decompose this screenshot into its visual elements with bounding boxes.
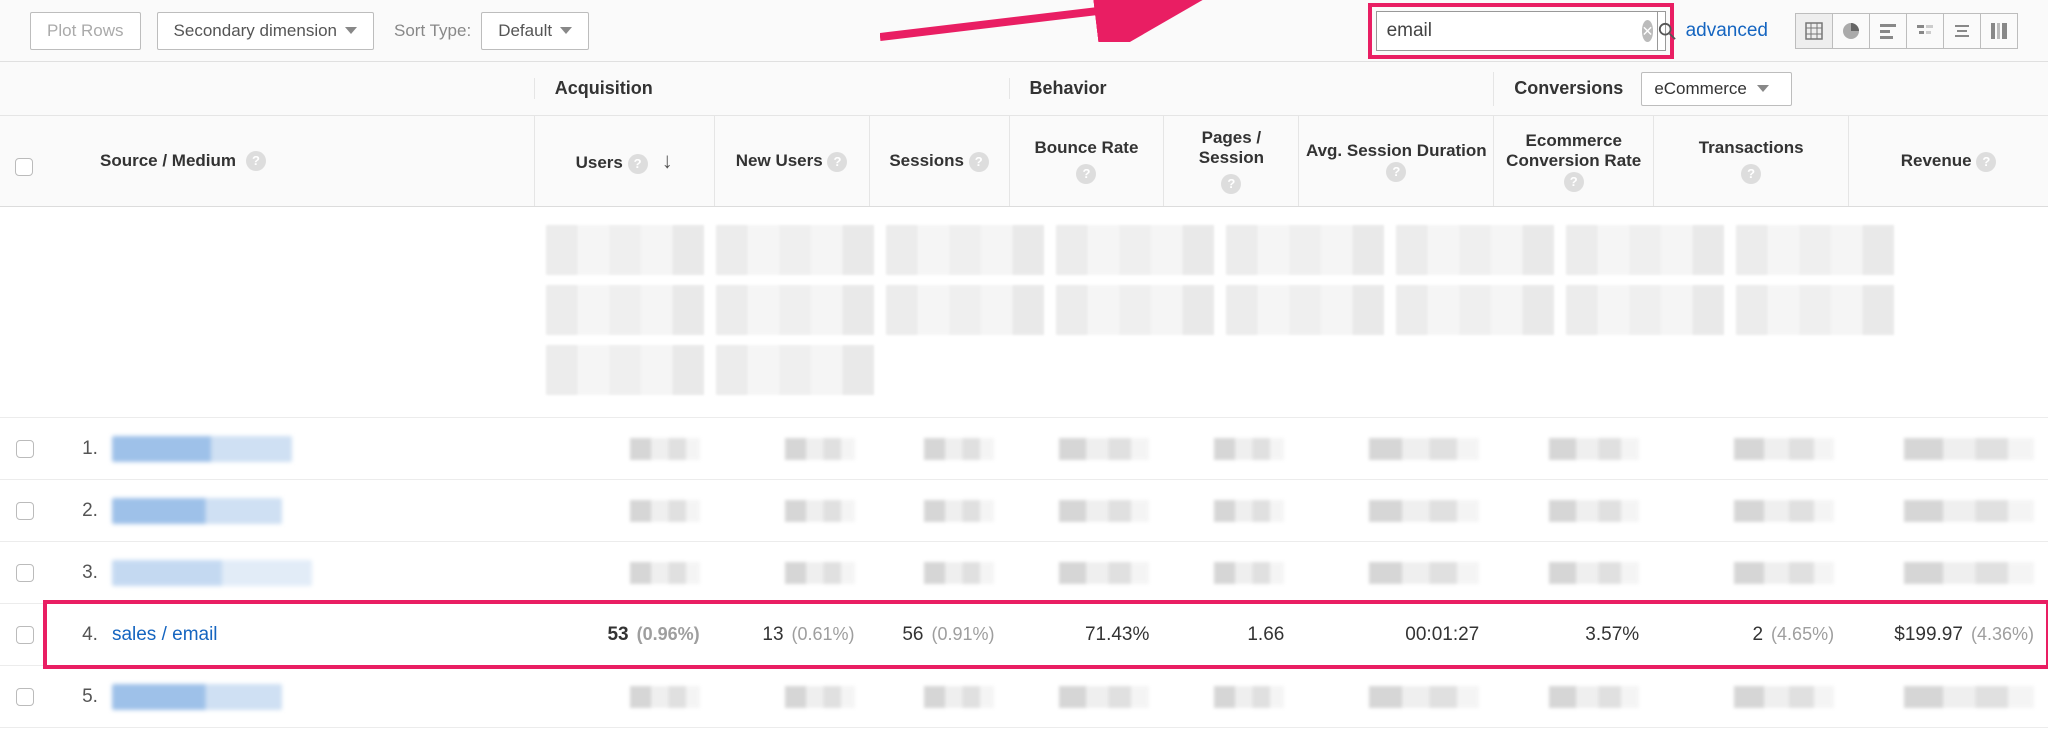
cell-bounce: 71.43% bbox=[1008, 624, 1163, 646]
row-checkbox[interactable] bbox=[16, 502, 34, 520]
view-pie-icon[interactable] bbox=[1832, 13, 1870, 49]
row-checkbox[interactable] bbox=[16, 626, 34, 644]
plot-rows-button[interactable]: Plot Rows bbox=[30, 12, 141, 50]
cell-revenue: $199.97(4.36%) bbox=[1848, 624, 2048, 646]
col-users-label: Users bbox=[576, 153, 623, 172]
help-icon[interactable]: ? bbox=[1221, 174, 1241, 194]
col-avg-duration[interactable]: Avg. Session Duration ? bbox=[1298, 116, 1493, 206]
toolbar: Plot Rows Secondary dimension Sort Type:… bbox=[0, 0, 2048, 62]
table-row: 3. bbox=[0, 542, 2048, 604]
table-row: 4. sales / email 53(0.96%) 13(0.61%) 56(… bbox=[0, 604, 2048, 666]
col-new-users-label: New Users bbox=[736, 151, 823, 170]
table-row: 1. bbox=[0, 418, 2048, 480]
secondary-dimension-label: Secondary dimension bbox=[174, 21, 337, 41]
col-trans-label: Transactions bbox=[1699, 138, 1804, 157]
view-comparison-icon[interactable] bbox=[1906, 13, 1944, 49]
group-behavior: Behavior bbox=[1009, 78, 1494, 99]
col-users[interactable]: Users ? ↓ bbox=[534, 116, 714, 206]
redacted-name bbox=[112, 560, 312, 586]
view-data-table-icon[interactable] bbox=[1795, 13, 1833, 49]
col-rev-label: Revenue bbox=[1901, 151, 1972, 170]
help-icon[interactable]: ? bbox=[246, 151, 266, 171]
help-icon[interactable]: ? bbox=[1386, 162, 1406, 182]
col-source-medium-label: Source / Medium bbox=[100, 151, 236, 171]
col-duration-label: Avg. Session Duration bbox=[1306, 141, 1487, 160]
col-bounce-rate[interactable]: Bounce Rate? bbox=[1009, 116, 1164, 206]
sort-desc-icon: ↓ bbox=[662, 148, 673, 173]
summary-row-redacted bbox=[0, 207, 2048, 418]
col-pages-session[interactable]: Pages / Session? bbox=[1163, 116, 1298, 206]
cell-transactions: 2(4.65%) bbox=[1653, 624, 1848, 646]
sort-type-label: Sort Type: bbox=[394, 21, 471, 41]
cell-duration: 00:01:27 bbox=[1298, 624, 1493, 646]
help-icon[interactable]: ? bbox=[1076, 164, 1096, 184]
redacted-name bbox=[112, 436, 292, 462]
view-pivot-icon[interactable] bbox=[1980, 13, 2018, 49]
redacted-name bbox=[112, 684, 282, 710]
row-checkbox[interactable] bbox=[16, 688, 34, 706]
annotation-arrow bbox=[880, 0, 1210, 42]
sort-type-dropdown[interactable]: Default bbox=[481, 12, 589, 50]
view-cloud-icon[interactable] bbox=[1943, 13, 1981, 49]
help-icon[interactable]: ? bbox=[1976, 152, 1996, 172]
table-row: 2. bbox=[0, 480, 2048, 542]
col-conv-label: Ecommerce Conversion Rate bbox=[1506, 131, 1641, 170]
col-sessions[interactable]: Sessions ? bbox=[869, 116, 1009, 206]
col-source-medium[interactable]: Source / Medium ? bbox=[0, 116, 534, 206]
conversions-segment-dropdown[interactable]: eCommerce bbox=[1641, 72, 1792, 106]
col-transactions[interactable]: Transactions? bbox=[1653, 116, 1848, 206]
help-icon[interactable]: ? bbox=[969, 152, 989, 172]
cell-users: 53(0.96%) bbox=[534, 624, 714, 646]
help-icon[interactable]: ? bbox=[1741, 164, 1761, 184]
row-index: 1. bbox=[50, 438, 98, 460]
group-acquisition: Acquisition bbox=[534, 78, 1009, 99]
caret-down-icon bbox=[345, 27, 357, 34]
row-index: 4. bbox=[50, 624, 98, 646]
caret-down-icon bbox=[560, 27, 572, 34]
help-icon[interactable]: ? bbox=[1564, 172, 1584, 192]
row-checkbox[interactable] bbox=[16, 440, 34, 458]
col-new-users[interactable]: New Users ? bbox=[714, 116, 869, 206]
select-all-checkbox[interactable] bbox=[15, 158, 33, 176]
col-sessions-label: Sessions bbox=[889, 151, 964, 170]
advanced-link[interactable]: advanced bbox=[1686, 20, 1768, 42]
table-header: Acquisition Behavior Conversions eCommer… bbox=[0, 62, 2048, 207]
help-icon[interactable]: ? bbox=[628, 154, 648, 174]
group-conversions: Conversions bbox=[1514, 78, 1623, 99]
cell-new-users: 13(0.61%) bbox=[714, 624, 869, 646]
secondary-dimension-dropdown[interactable]: Secondary dimension bbox=[157, 12, 374, 50]
search-highlight: ✕ bbox=[1368, 3, 1674, 59]
row-index: 2. bbox=[50, 500, 98, 522]
col-pages-label: Pages / Session bbox=[1199, 128, 1264, 167]
col-bounce-label: Bounce Rate bbox=[1035, 138, 1139, 157]
row-index: 3. bbox=[50, 562, 98, 584]
row-index: 5. bbox=[50, 686, 98, 708]
sort-type-value: Default bbox=[498, 21, 552, 41]
clear-search-icon[interactable]: ✕ bbox=[1642, 20, 1654, 42]
search-button[interactable] bbox=[1657, 12, 1676, 50]
cell-sessions: 56(0.91%) bbox=[869, 624, 1009, 646]
search-box: ✕ bbox=[1376, 11, 1666, 51]
help-icon[interactable]: ? bbox=[827, 152, 847, 172]
search-icon bbox=[1658, 22, 1676, 40]
view-mode-buttons bbox=[1796, 13, 2018, 49]
caret-down-icon bbox=[1757, 85, 1769, 92]
cell-conv-rate: 3.57% bbox=[1493, 624, 1653, 646]
redacted-name bbox=[112, 498, 282, 524]
conversions-segment-label: eCommerce bbox=[1654, 79, 1747, 99]
cell-pages: 1.66 bbox=[1163, 624, 1298, 646]
source-medium-link[interactable]: sales / email bbox=[112, 624, 218, 645]
view-bar-icon[interactable] bbox=[1869, 13, 1907, 49]
col-revenue[interactable]: Revenue ? bbox=[1848, 116, 2048, 206]
table-row: 5. bbox=[0, 666, 2048, 728]
search-input[interactable] bbox=[1377, 20, 1642, 42]
row-checkbox[interactable] bbox=[16, 564, 34, 582]
col-conv-rate[interactable]: Ecommerce Conversion Rate ? bbox=[1493, 116, 1653, 206]
